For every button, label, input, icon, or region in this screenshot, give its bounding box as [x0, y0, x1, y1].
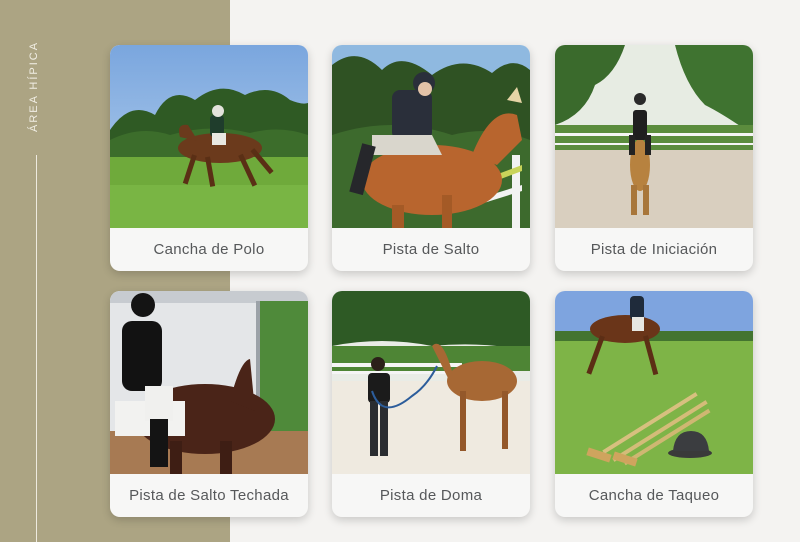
card-label: Cancha de Polo: [153, 241, 265, 258]
show-jumping-photo: [332, 45, 530, 228]
card-pista-de-salto-techada[interactable]: Pista de Salto Techada: [110, 291, 308, 517]
card-label: Pista de Doma: [379, 487, 483, 504]
beginner-arena-photo: [555, 45, 753, 228]
card-pista-de-doma[interactable]: Pista de Doma: [332, 291, 530, 517]
card-pista-de-iniciacion[interactable]: Pista de Iniciación: [555, 45, 753, 271]
sidebar-title: ÁREA HÍPICA: [28, 40, 40, 132]
card-label: Cancha de Taqueo: [588, 487, 720, 504]
card-pista-de-salto[interactable]: Pista de Salto: [332, 45, 530, 271]
card-label: Pista de Salto Techada: [129, 487, 289, 504]
card-cancha-de-taqueo[interactable]: Cancha de Taqueo: [555, 291, 753, 517]
card-cancha-de-polo[interactable]: Cancha de Polo: [110, 45, 308, 271]
card-label: Pista de Salto: [382, 241, 480, 258]
card-label: Pista de Iniciación: [590, 241, 718, 258]
indoor-jumping-photo: [110, 291, 308, 474]
sidebar-divider: [36, 155, 37, 542]
horse-training-photo: [332, 291, 530, 474]
polo-field-photo: [110, 45, 308, 228]
polo-practice-photo: [555, 291, 753, 474]
